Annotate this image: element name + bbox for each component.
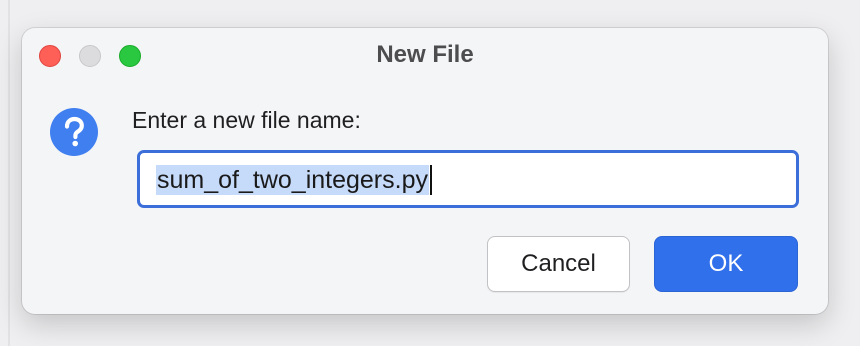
ok-button[interactable]: OK: [654, 236, 798, 292]
question-icon-dot: [72, 140, 78, 147]
file-name-prompt: Enter a new file name:: [132, 107, 361, 133]
dialog-titlebar[interactable]: New File: [22, 28, 828, 80]
question-icon-circle: [50, 108, 98, 156]
question-icon: [50, 108, 98, 156]
text-caret: [429, 165, 432, 195]
file-name-value[interactable]: sum_of_two_integers.py: [156, 165, 429, 195]
background-window-edge: [8, 0, 10, 346]
file-name-input[interactable]: sum_of_two_integers.py: [137, 150, 799, 208]
dialog-title: New File: [376, 41, 474, 68]
new-file-dialog: New File Enter a new file name: sum_of_t…: [22, 28, 828, 314]
cancel-button[interactable]: Cancel: [487, 236, 630, 292]
